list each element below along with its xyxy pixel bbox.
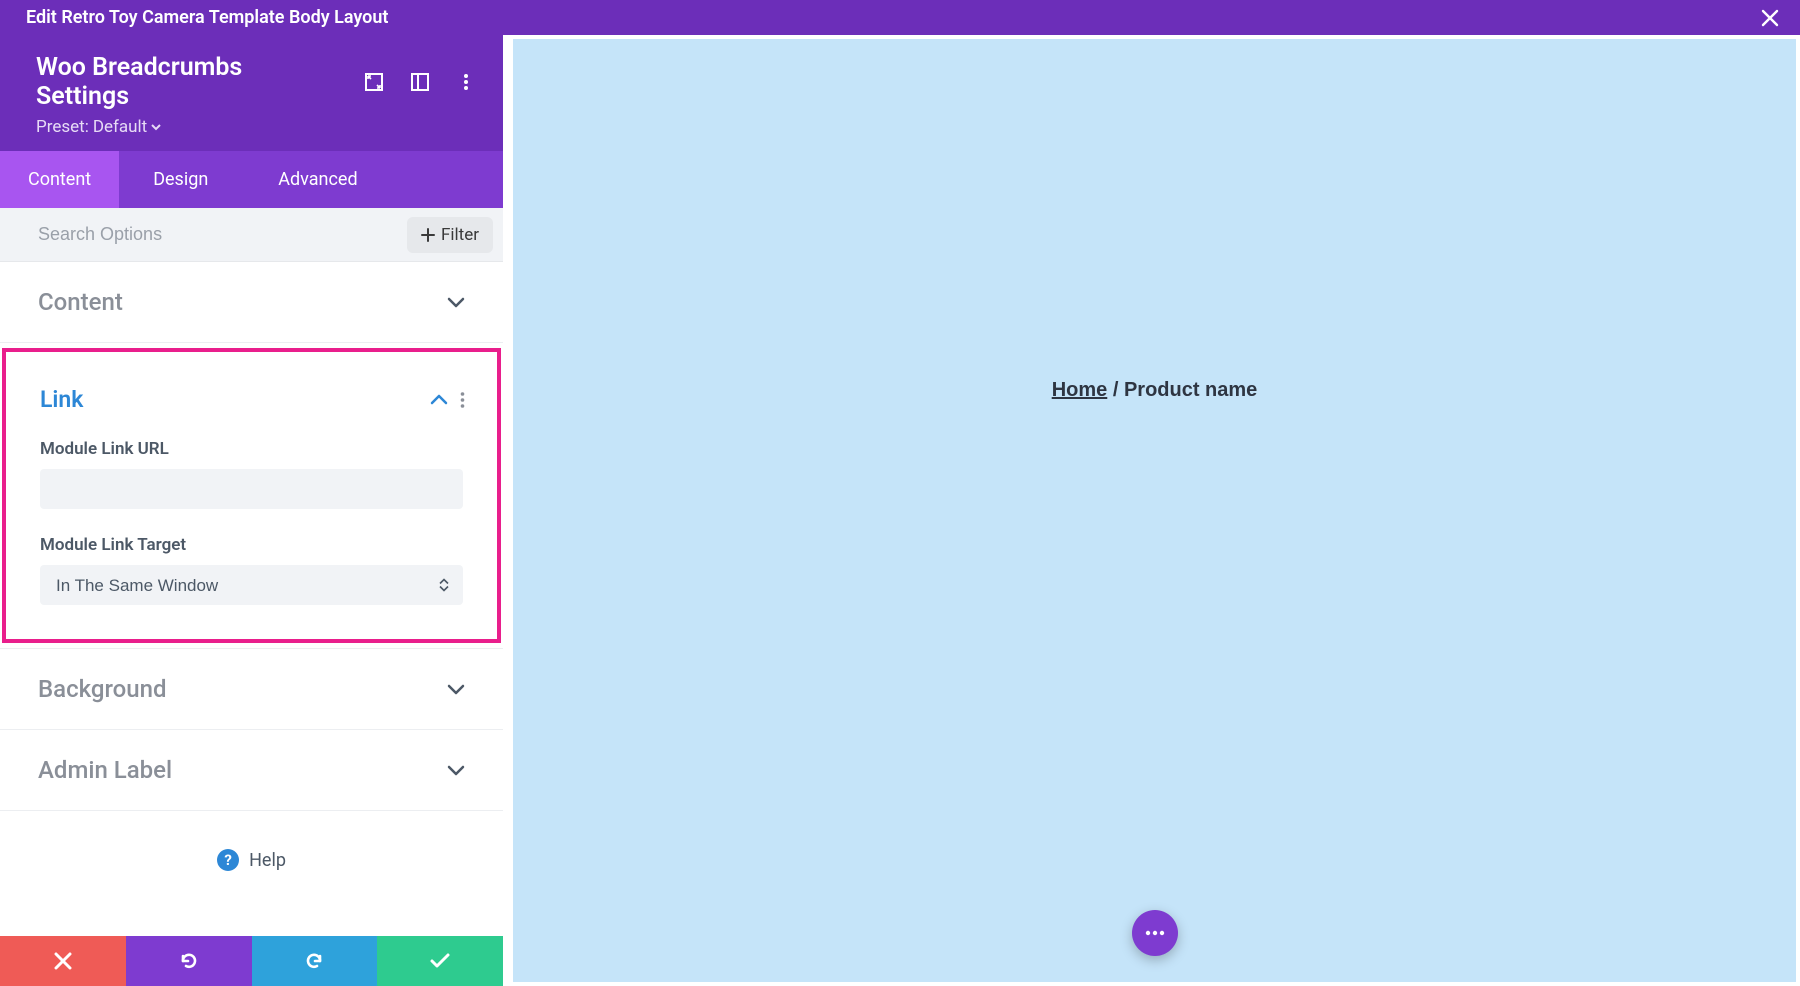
tab-content[interactable]: Content	[0, 151, 119, 208]
search-input[interactable]	[0, 208, 399, 261]
expand-button[interactable]	[363, 71, 385, 93]
close-button[interactable]	[1760, 8, 1780, 28]
more-button[interactable]	[455, 71, 477, 93]
breadcrumb-current: Product name	[1124, 379, 1257, 401]
chevron-up-icon	[430, 394, 448, 406]
settings-sidebar: Woo Breadcrumbs Settings Preset: Default	[0, 35, 503, 986]
titlebar: Edit Retro Toy Camera Template Body Layo…	[0, 0, 1800, 35]
settings-title: Woo Breadcrumbs Settings	[36, 53, 339, 111]
chevron-down-icon	[447, 764, 465, 776]
save-button[interactable]	[377, 936, 503, 986]
section-link-more-button[interactable]	[460, 391, 465, 409]
preset-value: Default	[93, 117, 147, 137]
ellipsis-icon	[1145, 930, 1165, 936]
preview-canvas: Home / Product name	[513, 39, 1796, 982]
filter-button[interactable]: Filter	[407, 217, 493, 253]
section-link-header[interactable]: Link	[6, 352, 497, 431]
module-link-target-select[interactable]: In The Same Window	[40, 565, 463, 605]
close-icon	[1761, 9, 1779, 27]
module-link-url-label: Module Link URL	[40, 439, 463, 459]
cancel-button[interactable]	[0, 936, 126, 986]
footer-buttons	[0, 936, 503, 986]
plus-icon	[421, 228, 435, 242]
undo-icon	[178, 950, 200, 972]
expand-icon	[365, 73, 383, 91]
breadcrumb-separator: /	[1107, 379, 1124, 401]
help-icon: ?	[217, 849, 239, 871]
tab-advanced[interactable]: Advanced	[242, 151, 393, 208]
field-module-link-target: Module Link Target In The Same Window	[40, 535, 463, 605]
section-background[interactable]: Background	[0, 648, 503, 730]
breadcrumb-preview: Home / Product name	[1052, 379, 1258, 402]
settings-header: Woo Breadcrumbs Settings Preset: Default	[0, 35, 503, 151]
search-row: Filter	[0, 208, 503, 262]
redo-icon	[303, 950, 325, 972]
caret-down-icon	[151, 123, 161, 131]
section-content-label: Content	[38, 288, 123, 316]
titlebar-title: Edit Retro Toy Camera Template Body Layo…	[26, 7, 388, 28]
help-link[interactable]: ? Help	[0, 811, 503, 909]
section-background-label: Background	[38, 675, 167, 703]
section-link-title: Link	[40, 386, 83, 413]
section-link: Link Module Link URL	[2, 348, 501, 643]
undo-button[interactable]	[126, 936, 252, 986]
panel-layout-button[interactable]	[409, 71, 431, 93]
tab-design[interactable]: Design	[119, 151, 242, 208]
preset-prefix: Preset:	[36, 117, 89, 137]
more-vertical-icon	[463, 73, 469, 91]
fab-button[interactable]	[1132, 910, 1178, 956]
section-content[interactable]: Content	[0, 262, 503, 343]
field-module-link-url: Module Link URL	[40, 439, 463, 509]
help-label: Help	[249, 850, 286, 871]
section-admin-label-label: Admin Label	[38, 756, 172, 784]
breadcrumb-home-link[interactable]: Home	[1052, 379, 1108, 401]
more-vertical-icon	[460, 391, 465, 409]
check-icon	[429, 952, 451, 970]
module-link-url-input[interactable]	[40, 469, 463, 509]
tabs: Content Design Advanced	[0, 151, 503, 208]
close-icon	[54, 952, 72, 970]
panel-layout-icon	[411, 73, 429, 91]
preset-selector[interactable]: Preset: Default	[36, 117, 477, 137]
preview-area: Home / Product name	[503, 35, 1800, 986]
chevron-down-icon	[447, 296, 465, 308]
module-link-target-label: Module Link Target	[40, 535, 463, 555]
chevron-down-icon	[447, 683, 465, 695]
filter-label: Filter	[441, 225, 479, 245]
redo-button[interactable]	[252, 936, 378, 986]
section-admin-label[interactable]: Admin Label	[0, 730, 503, 811]
